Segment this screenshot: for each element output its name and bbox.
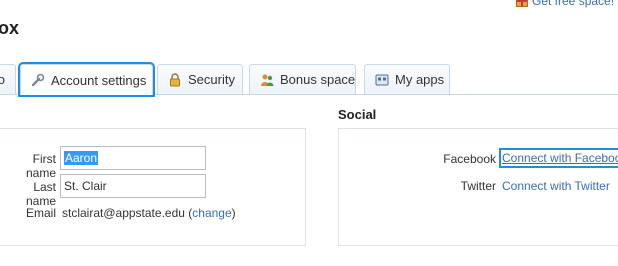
email-close-paren: ) [231,206,236,220]
email-row: stclairat@appstate.edu (change) [62,206,236,220]
tab-label: o [0,72,5,87]
people-icon [260,73,274,87]
email-value: stclairat@appstate.edu [62,206,185,220]
first-name-label: First name [25,152,56,180]
lock-icon [168,72,182,87]
twitter-label: Twitter [460,179,496,193]
change-email-link[interactable]: change [192,206,231,220]
connect-facebook-link[interactable]: Connect with Facebook [498,148,618,168]
get-free-space-link[interactable]: Get free space! [516,0,614,8]
tab-partial[interactable]: o [0,64,16,94]
gift-icon [516,0,528,7]
first-name-value: Aaron [64,151,99,165]
tab-label: Bonus space [280,72,356,87]
get-free-space-label: Get free space! [532,0,615,8]
tab-label: My apps [395,72,445,87]
social-heading: Social [338,107,377,122]
facebook-label: Facebook [443,152,496,166]
tab-my-apps[interactable]: My apps [364,64,450,94]
tab-bonus-space[interactable]: Bonus space [249,64,356,94]
tab-label: Account settings [51,72,147,88]
last-name-field[interactable]: St. Clair [60,174,206,198]
tab-label: Security [188,72,235,87]
last-name-label: Last name [25,180,56,208]
email-label: Email [25,206,56,220]
last-name-value: St. Clair [64,179,107,193]
tab-security[interactable]: Security [157,64,243,94]
wrench-icon [31,73,45,87]
connect-twitter-link[interactable]: Connect with Twitter [502,179,610,193]
first-name-field[interactable]: Aaron [60,146,206,170]
tab-account-settings[interactable]: Account settings [18,62,155,97]
apps-icon [375,73,389,87]
app-title: ox [0,18,20,38]
